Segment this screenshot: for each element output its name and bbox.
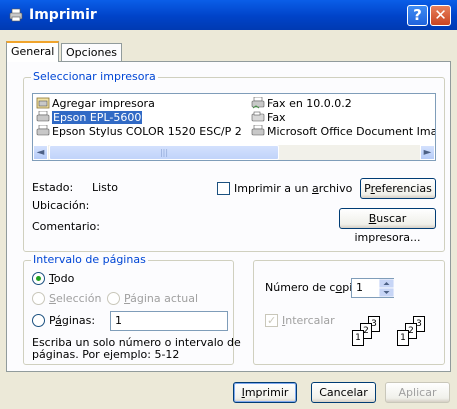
radio-pages[interactable] xyxy=(32,314,45,327)
collate-page: 1 xyxy=(352,330,364,346)
scroll-left-button[interactable]: ◄ xyxy=(33,145,48,160)
printer-icon xyxy=(9,8,23,22)
status-value: Listo xyxy=(92,181,118,194)
radio-pages-label[interactable]: Páginas: xyxy=(49,314,95,327)
printer-item-fax[interactable]: Fax xyxy=(251,111,286,124)
printer-item-ms-office-image[interactable]: Microsoft Office Document Image W xyxy=(251,125,435,138)
printer-item-add[interactable]: Agregar impresora xyxy=(36,97,155,110)
cancel-button[interactable]: Cancelar xyxy=(311,382,376,403)
printer-item-epson-epl5600[interactable]: Epson EPL-5600 xyxy=(36,111,143,124)
radio-current-page-label[interactable]: Página actual xyxy=(124,292,198,305)
radio-selection-label[interactable]: Selección xyxy=(49,292,101,305)
copies-group: Número de copias: 1 ✓ Intercalar 3 2 1 3… xyxy=(253,260,445,365)
checkmark-icon: ✓ xyxy=(267,314,277,327)
print-button[interactable]: Imprimir xyxy=(233,382,297,403)
scroll-right-button[interactable]: ► xyxy=(420,145,435,160)
location-label: Ubicación: xyxy=(32,199,90,212)
select-printer-group: Seleccionar impresora Agregar impresora … xyxy=(23,70,445,252)
help-button[interactable]: ? xyxy=(407,5,428,26)
print-to-file-checkbox[interactable] xyxy=(217,182,230,195)
preferences-button[interactable]: Preferencias xyxy=(360,178,436,199)
radio-all[interactable] xyxy=(32,272,45,285)
tab-general[interactable]: General xyxy=(6,41,60,62)
radio-all-label[interactable]: Todo xyxy=(49,272,74,285)
printer-icon xyxy=(36,125,50,136)
printer-item-fax-network[interactable]: Fax en 10.0.0.2 xyxy=(251,97,352,110)
title-bar[interactable]: Imprimir ? ✕ xyxy=(0,0,457,30)
printer-icon xyxy=(251,97,265,109)
window-title: Imprimir xyxy=(29,7,97,23)
radio-selection[interactable] xyxy=(32,292,45,305)
tab-panel-general: Seleccionar impresora Agregar impresora … xyxy=(6,61,451,372)
find-printer-button[interactable]: Buscar impresora... xyxy=(339,208,436,244)
collate-label[interactable]: Intercalar xyxy=(282,314,335,327)
page-range-group: Intervalo de páginas Todo Selección Pági… xyxy=(23,253,241,365)
scroll-thumb[interactable]: ||| xyxy=(49,145,279,160)
select-printer-label: Seleccionar impresora xyxy=(31,70,158,83)
comment-label: Comentario: xyxy=(32,220,100,233)
pages-input[interactable]: 1 xyxy=(110,311,228,331)
add-printer-icon xyxy=(36,97,50,109)
printer-item-epson-stylus[interactable]: Epson Stylus COLOR 1520 ESC/P 2 xyxy=(36,125,242,138)
print-dialog: Imprimir ? ✕ General Opciones Selecciona… xyxy=(0,0,457,409)
horizontal-scrollbar[interactable]: ◄ ||| ► xyxy=(33,145,435,160)
collate-checkbox[interactable]: ✓ xyxy=(265,314,278,327)
printer-icon xyxy=(251,125,265,136)
status-label: Estado: xyxy=(32,181,74,194)
fax-icon xyxy=(251,111,265,122)
apply-button[interactable]: Aplicar xyxy=(385,382,450,403)
tab-opciones[interactable]: Opciones xyxy=(61,43,122,61)
printer-list[interactable]: Agregar impresora Fax en 10.0.0.2 Epson … xyxy=(32,93,436,161)
page-range-label: Intervalo de páginas xyxy=(31,253,148,266)
print-to-file-label[interactable]: Imprimir a un archivo xyxy=(234,182,352,195)
collate-page: 1 xyxy=(397,330,409,346)
copies-spinner[interactable] xyxy=(379,279,394,297)
close-button[interactable]: ✕ xyxy=(430,5,451,26)
collate-illustration: 3 2 1 3 2 1 xyxy=(349,316,441,356)
page-range-hint-line2: páginas. Por ejemplo: 5-12 xyxy=(32,348,180,361)
radio-current-page[interactable] xyxy=(107,292,120,305)
printer-icon xyxy=(36,111,50,122)
